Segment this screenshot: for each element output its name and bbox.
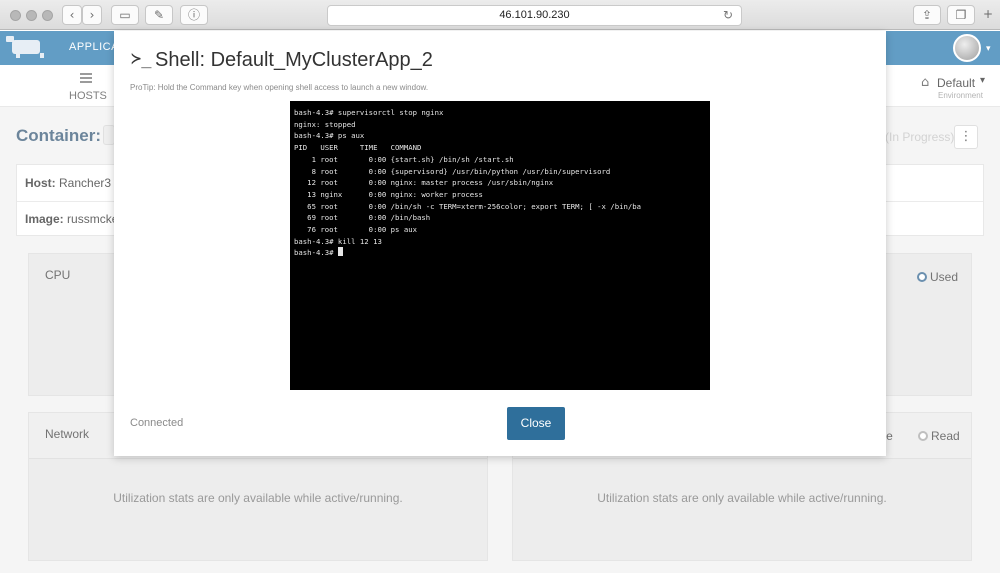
tabs-icon[interactable]: ❐ — [947, 5, 975, 25]
terminal-line: 69 root 0:00 /bin/bash — [294, 213, 431, 223]
terminal-line: bash-4.3# — [294, 247, 706, 259]
address-bar[interactable]: 46.101.90.230 ↻ — [327, 5, 742, 26]
terminal-line: bash-4.3# kill 12 13 — [294, 236, 382, 246]
terminal-line: 65 root 0:00 /bin/sh -c TERM=xterm-256co… — [294, 201, 642, 211]
terminal-line: 13 nginx 0:00 nginx: worker process — [294, 189, 483, 199]
window-close-dot[interactable] — [10, 10, 21, 21]
url-text: 46.101.90.230 — [499, 9, 570, 21]
forward-button[interactable]: › — [82, 5, 102, 25]
terminal-line: 12 root 0:00 nginx: master process /usr/… — [294, 178, 554, 188]
window-zoom-dot[interactable] — [42, 10, 53, 21]
terminal-line: nginx: stopped — [294, 119, 356, 129]
terminal-line: 76 root 0:00 ps aux — [294, 225, 418, 235]
terminal-line: 1 root 0:00 {start.sh} /bin/sh /start.sh — [294, 154, 514, 164]
new-tab-button[interactable]: + — [980, 5, 996, 25]
terminal-line: bash-4.3# supervisorctl stop nginx — [294, 108, 444, 117]
back-button[interactable]: ‹ — [62, 5, 82, 25]
reload-icon[interactable]: ↻ — [723, 6, 733, 25]
shell-modal: ≻_ Shell: Default_MyClusterApp_2 ProTip:… — [114, 31, 886, 456]
terminal-line: 8 root 0:00 {supervisord} /usr/bin/pytho… — [294, 166, 611, 176]
sidebar-toggle-button[interactable]: ▭ — [111, 5, 139, 25]
protip-text: ProTip: Hold the Command key when openin… — [130, 83, 429, 92]
window-minimize-dot[interactable] — [26, 10, 37, 21]
browser-toolbar: ‹ › ▭ ✎ ⓘ 46.101.90.230 ↻ ⇪ ❐ + — [0, 0, 1000, 30]
close-button[interactable]: Close — [507, 407, 565, 440]
pin-icon[interactable]: ✎ — [145, 5, 173, 25]
terminal-line: PID USER TIME COMMAND — [294, 143, 422, 153]
terminal-icon: ≻_ — [131, 49, 152, 69]
terminal-line: bash-4.3# ps aux — [294, 131, 365, 141]
terminal-cursor — [337, 247, 343, 257]
reader-icon[interactable]: ⓘ — [180, 5, 208, 25]
share-icon[interactable]: ⇪ — [913, 5, 941, 25]
terminal-console[interactable]: bash-4.3# supervisorctl stop nginx nginx:… — [290, 101, 710, 390]
modal-title: Shell: Default_MyClusterApp_2 — [155, 49, 433, 71]
connection-status: Connected — [130, 417, 184, 429]
